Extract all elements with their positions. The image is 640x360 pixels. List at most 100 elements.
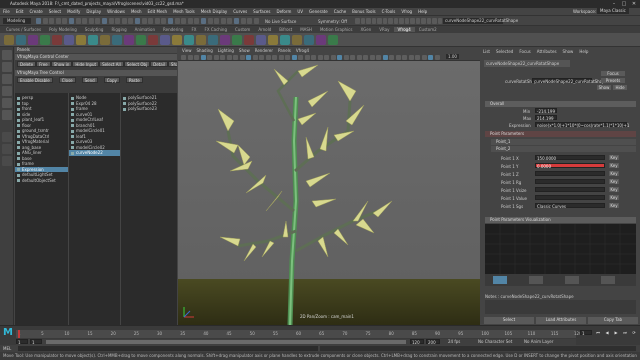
point-value-field[interactable]: 0.0000 <box>535 163 605 169</box>
render-tool-icon[interactable] <box>437 18 442 24</box>
render-tool-icon[interactable] <box>404 18 409 24</box>
menu-windows[interactable]: Windows <box>107 9 125 14</box>
shelf-tool-icon[interactable] <box>268 35 278 45</box>
menu-select[interactable]: Select <box>49 9 61 14</box>
scale-tool-icon[interactable] <box>2 110 12 120</box>
status-tool-icon[interactable] <box>247 18 253 24</box>
outliner-node-item[interactable]: defaultObjectSet <box>15 178 68 184</box>
viewport-tool-icon[interactable] <box>434 54 440 60</box>
status-tool-icon[interactable] <box>181 18 187 24</box>
menu-deform[interactable]: Deform <box>276 9 291 14</box>
shelf-tool-icon[interactable] <box>112 35 122 45</box>
shelf-tool-icon[interactable] <box>220 35 230 45</box>
anim-layer-label[interactable]: No Anim Layer <box>524 339 553 344</box>
mel-label[interactable]: MEL <box>3 346 11 351</box>
shelf-tool-icon[interactable] <box>232 35 242 45</box>
viewport-tool-icon[interactable] <box>246 54 251 60</box>
attr-menu-show[interactable]: Show <box>563 49 574 54</box>
point-value-field[interactable]: Classic Curves <box>535 203 605 209</box>
menu-mesh-tools[interactable]: Mesh Tools <box>173 9 195 14</box>
status-tool-icon[interactable] <box>49 18 55 24</box>
rotate-tool-icon[interactable] <box>2 98 12 108</box>
mesh-node-item[interactable]: polySurface23 <box>121 106 177 112</box>
key-button[interactable]: Key <box>609 195 619 200</box>
min-field[interactable]: -214.199 <box>535 108 557 114</box>
render-tool-icon[interactable] <box>382 18 387 24</box>
tab-curves-surfaces[interactable]: Curves / Surfaces <box>2 27 45 32</box>
copy-button[interactable]: Copy <box>103 77 120 83</box>
point-parameters-section[interactable]: Point Parameters <box>485 131 636 137</box>
menu-edit-mesh[interactable]: Edit Mesh <box>148 9 168 14</box>
workspace-select[interactable]: Maya Classic <box>597 8 629 14</box>
shelf-tool-icon[interactable] <box>244 35 254 45</box>
status-tool-icon[interactable] <box>214 18 220 24</box>
shelf-tool-icon[interactable] <box>316 35 326 45</box>
tab-vfrog4[interactable]: Vfrog4 <box>393 27 415 32</box>
load-attributes-button[interactable]: Load Attributes <box>536 317 586 324</box>
menu-curves[interactable]: Curves <box>233 9 247 14</box>
viewport-tool-icon[interactable] <box>330 54 336 60</box>
attr-menu-help[interactable]: Help <box>579 49 588 54</box>
status-tool-icon[interactable] <box>187 18 193 24</box>
menu-create[interactable]: Create <box>29 9 42 14</box>
viewport-tool-icon[interactable] <box>376 54 381 60</box>
status-tool-icon[interactable] <box>82 18 88 24</box>
viewport-tool-icon[interactable] <box>265 54 271 60</box>
lasso-tool-icon[interactable] <box>2 62 12 72</box>
loop-icon[interactable]: ⟳ <box>630 330 638 336</box>
presets-button[interactable]: Presets <box>601 78 625 83</box>
point-value-field[interactable] <box>535 171 605 176</box>
status-tool-icon[interactable] <box>253 18 259 24</box>
range-end-field[interactable]: 200 <box>426 339 440 345</box>
time-slider-track[interactable]: 1510152025303540455055606570758085909510… <box>16 330 582 338</box>
curve-preset-smooth-icon[interactable] <box>565 276 579 284</box>
visualization-section[interactable]: Point Parameters Visualization <box>485 217 636 223</box>
status-tool-icon[interactable] <box>194 18 200 24</box>
shelf-tool-icon[interactable] <box>292 35 302 45</box>
viewport-tool-icon[interactable] <box>421 54 427 60</box>
render-tool-icon[interactable] <box>410 18 415 24</box>
key-button[interactable]: Key <box>609 179 619 184</box>
render-tool-icon[interactable] <box>388 18 393 24</box>
viewport-tool-icon[interactable] <box>298 54 303 60</box>
curve-preset-flat-icon[interactable] <box>493 276 507 284</box>
status-tool-icon[interactable] <box>234 18 239 24</box>
shelf-tool-icon[interactable] <box>172 35 182 45</box>
shelf-tool-icon[interactable] <box>28 35 38 45</box>
render-tool-icon[interactable] <box>421 18 426 24</box>
viewport-tool-icon[interactable] <box>415 54 420 60</box>
show-button[interactable]: Show <box>597 85 611 90</box>
range-start-field[interactable]: 1 <box>16 339 28 345</box>
status-tool-icon[interactable] <box>95 18 101 24</box>
viewport-menu-vfrog4[interactable]: Vfrog4 <box>296 48 309 53</box>
shelf-tool-icon[interactable] <box>184 35 194 45</box>
shelf-tool-icon[interactable] <box>160 35 170 45</box>
render-tool-icon[interactable] <box>377 18 382 24</box>
tab-motion-graphics[interactable]: Motion Graphics <box>316 27 357 32</box>
tree-node-item[interactable]: curveNode22 <box>69 150 120 156</box>
status-tool-icon[interactable] <box>128 18 134 24</box>
curve-graph[interactable] <box>485 224 636 274</box>
status-tool-icon[interactable] <box>240 18 246 24</box>
status-tool-icon[interactable] <box>55 18 61 24</box>
tab-sculpting[interactable]: Sculpting <box>81 27 108 32</box>
status-tool-icon[interactable] <box>115 18 121 24</box>
tab-custom2[interactable]: Custom2 <box>415 27 441 32</box>
status-tool-icon[interactable] <box>88 18 94 24</box>
close-button[interactable]: Close <box>58 77 76 83</box>
point-value-field[interactable] <box>535 179 605 184</box>
key-button[interactable]: Key <box>609 171 619 176</box>
viewport-tool-icon[interactable] <box>259 54 264 60</box>
menu-vfrog[interactable]: Vfrog <box>401 9 412 14</box>
menu-cache[interactable]: Cache <box>334 9 346 14</box>
viewport-menu-lighting[interactable]: Lighting <box>218 48 234 53</box>
key-button[interactable]: Key <box>609 163 619 168</box>
render-tool-icon[interactable] <box>432 18 437 24</box>
point-2-subsection[interactable]: Point_2 <box>491 146 636 152</box>
minimize-button[interactable]: – <box>610 1 618 7</box>
shelf-tool-icon[interactable] <box>304 35 314 45</box>
viewport-menu-panels[interactable]: Panels <box>278 48 291 53</box>
shelf-tool-icon[interactable] <box>136 35 146 45</box>
status-tool-icon[interactable] <box>220 18 226 24</box>
viewport-tool-icon[interactable] <box>395 54 401 60</box>
